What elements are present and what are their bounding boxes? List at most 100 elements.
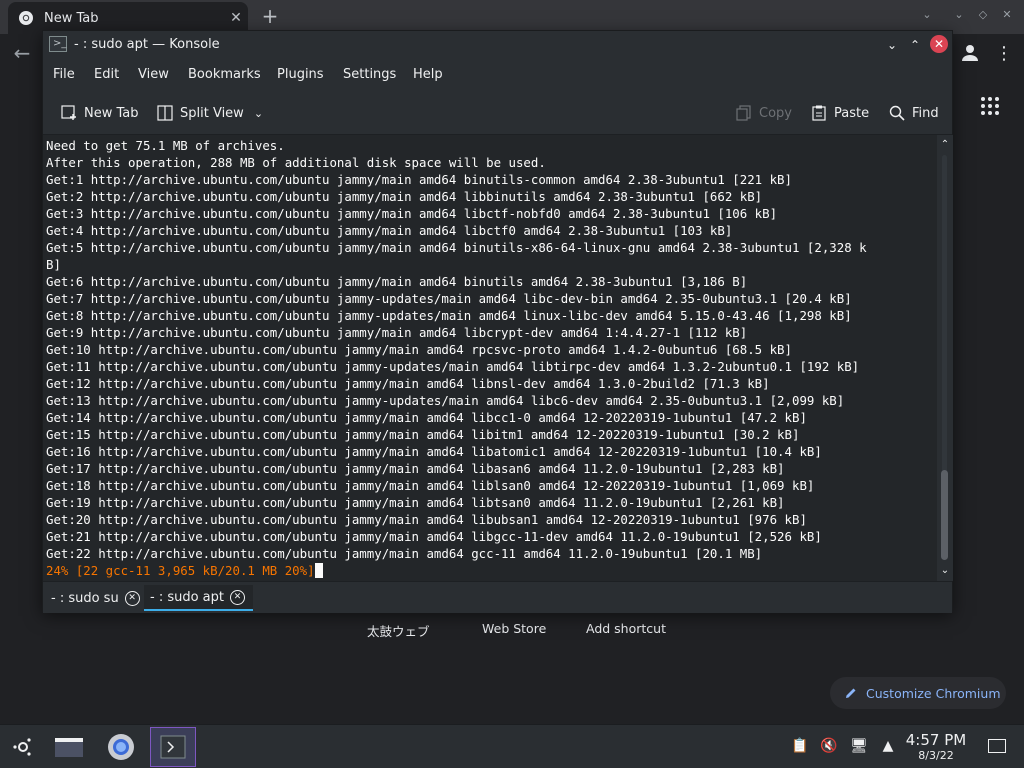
minimize-icon[interactable]: ⌄ <box>948 8 970 21</box>
menu-help[interactable]: Help <box>413 67 443 82</box>
find-label: Find <box>912 105 939 121</box>
copy-icon <box>736 105 751 121</box>
paste-label: Paste <box>834 105 870 121</box>
menu-file[interactable]: File <box>53 67 75 82</box>
folder-icon <box>55 738 83 757</box>
taskbar-konsole[interactable] <box>150 727 196 767</box>
terminal-line: Get:7 http://archive.ubuntu.com/ubuntu j… <box>46 291 852 306</box>
customize-chromium-button[interactable]: Customize Chromium <box>830 677 1006 709</box>
volume-muted-icon[interactable]: 🔇 <box>820 737 838 755</box>
chromium-icon <box>108 734 134 760</box>
taskbar-file-manager[interactable] <box>46 727 92 767</box>
new-tab-icon <box>61 105 76 120</box>
maximize-icon[interactable]: ⌃ <box>905 35 925 55</box>
application-launcher[interactable] <box>0 727 46 767</box>
menu-view[interactable]: View <box>138 67 169 82</box>
split-view-label: Split View <box>180 105 244 121</box>
back-icon[interactable]: ← <box>10 41 34 65</box>
clock[interactable]: 4:57 PM 8/3/22 <box>900 731 972 763</box>
browser-tab-title: New Tab <box>44 10 99 26</box>
shortcut-add[interactable]: Add shortcut <box>586 621 666 636</box>
more-menu-icon[interactable]: ⋮ <box>994 42 1014 66</box>
terminal-line: Get:12 http://archive.ubuntu.com/ubuntu … <box>46 376 770 391</box>
terminal-line: Get:11 http://archive.ubuntu.com/ubuntu … <box>46 359 860 374</box>
konsole-window: >_ - : sudo apt — Konsole ⌄ ⌃ ✕ File Edi… <box>42 30 953 613</box>
terminal-line: Get:16 http://archive.ubuntu.com/ubuntu … <box>46 444 822 459</box>
konsole-tabbar: - : sudo su ✕ - : sudo apt ✕ <box>43 581 952 613</box>
split-view-icon <box>157 105 173 121</box>
terminal-line: Get:20 http://archive.ubuntu.com/ubuntu … <box>46 512 807 527</box>
terminal-line: B] <box>46 257 61 272</box>
customize-label: Customize Chromium <box>866 685 1001 701</box>
copy-label: Copy <box>759 105 792 121</box>
paste-icon <box>812 105 826 121</box>
menu-bookmarks[interactable]: Bookmarks <box>188 67 261 82</box>
new-tab-button[interactable]: + <box>258 4 282 28</box>
browser-tabstrip: New Tab ✕ + ⌄ ⌄ ◇ ✕ <box>0 0 1024 34</box>
maximize-icon[interactable]: ◇ <box>972 8 994 21</box>
new-tab-label: New Tab <box>84 105 139 121</box>
shortcut-web-store[interactable]: Web Store <box>482 621 546 636</box>
close-window-icon[interactable]: ✕ <box>996 8 1018 21</box>
menu-edit[interactable]: Edit <box>94 67 119 82</box>
find-button[interactable]: Find <box>888 104 939 122</box>
terminal-line: Get:19 http://archive.ubuntu.com/ubuntu … <box>46 495 785 510</box>
scroll-down-icon[interactable]: ⌄ <box>939 565 951 577</box>
konsole-toolbar: New Tab Split View ⌄ Copy Paste Find <box>43 91 952 135</box>
terminal-line: Get:1 http://archive.ubuntu.com/ubuntu j… <box>46 172 792 187</box>
terminal-line: Get:21 http://archive.ubuntu.com/ubuntu … <box>46 529 822 544</box>
close-icon[interactable]: ✕ <box>930 35 948 53</box>
split-view-button[interactable]: Split View ⌄ <box>156 104 263 122</box>
minimize-icon[interactable]: ⌄ <box>882 35 902 55</box>
terminal-line: After this operation, 288 MB of addition… <box>46 155 546 170</box>
paste-button[interactable]: Paste <box>810 104 869 122</box>
shortcut-taiko[interactable]: 太鼓ウェブ <box>367 621 430 640</box>
close-tab-icon[interactable]: ✕ <box>124 590 140 606</box>
progress-line: 24% [22 gcc-11 3,965 kB/20.1 MB 20%] <box>46 563 315 578</box>
terminal-output[interactable]: Need to get 75.1 MB of archives. After t… <box>43 135 937 581</box>
terminal-line: Get:6 http://archive.ubuntu.com/ubuntu j… <box>46 274 748 289</box>
taskbar: 📋 🔇 🖥 ▲ 4:57 PM 8/3/22 <box>0 724 1024 768</box>
close-tab-icon[interactable]: ✕ <box>230 589 246 605</box>
menubar: File Edit View Bookmarks Plugins Setting… <box>43 59 952 91</box>
terminal-line: Get:3 http://archive.ubuntu.com/ubuntu j… <box>46 206 778 221</box>
tray-expand-icon[interactable]: ▲ <box>879 737 897 755</box>
steamdeck-launcher-icon <box>13 738 31 756</box>
terminal-line: Get:5 http://archive.ubuntu.com/ubuntu j… <box>46 240 867 255</box>
menu-settings[interactable]: Settings <box>343 67 396 82</box>
terminal-line: Get:4 http://archive.ubuntu.com/ubuntu j… <box>46 223 733 238</box>
terminal-line: Get:10 http://archive.ubuntu.com/ubuntu … <box>46 342 792 357</box>
terminal-line: Get:13 http://archive.ubuntu.com/ubuntu … <box>46 393 845 408</box>
tab-sudo-su[interactable]: - : sudo su ✕ <box>45 585 140 611</box>
apps-grid-icon[interactable] <box>981 97 999 115</box>
scroll-up-icon[interactable]: ⌃ <box>939 139 951 151</box>
terminal-line: Get:9 http://archive.ubuntu.com/ubuntu j… <box>46 325 748 340</box>
tab-sudo-apt[interactable]: - : sudo apt ✕ <box>144 585 254 611</box>
show-desktop-icon[interactable] <box>988 739 1006 753</box>
terminal-line: Get:22 http://archive.ubuntu.com/ubuntu … <box>46 546 763 561</box>
new-tab-button[interactable]: New Tab <box>60 104 139 122</box>
copy-button[interactable]: Copy <box>735 104 792 122</box>
terminal-line: Get:8 http://archive.ubuntu.com/ubuntu j… <box>46 308 852 323</box>
terminal-line: Get:17 http://archive.ubuntu.com/ubuntu … <box>46 461 785 476</box>
pencil-icon <box>846 688 856 698</box>
terminal-line: Get:18 http://archive.ubuntu.com/ubuntu … <box>46 478 815 493</box>
tab-label: - : sudo apt <box>150 589 225 605</box>
konsole-titlebar[interactable]: >_ - : sudo apt — Konsole ⌄ ⌃ ✕ <box>43 31 952 59</box>
terminal-icon <box>160 735 186 759</box>
tab-search-icon[interactable]: ⌄ <box>916 8 938 21</box>
menu-plugins[interactable]: Plugins <box>277 67 324 82</box>
tab-label: - : sudo su <box>51 590 119 606</box>
terminal-scrollbar[interactable]: ⌃ ⌄ <box>937 135 953 581</box>
scroll-thumb[interactable] <box>941 470 948 560</box>
network-icon[interactable]: 🖥 <box>850 737 868 755</box>
terminal-icon: >_ <box>49 36 67 52</box>
clock-time: 4:57 PM <box>905 731 967 749</box>
taskbar-chromium[interactable] <box>98 727 144 767</box>
profile-icon[interactable] <box>958 41 982 65</box>
search-icon <box>889 105 905 121</box>
chromium-icon <box>19 11 33 25</box>
close-tab-icon[interactable]: ✕ <box>224 10 248 26</box>
clipboard-icon[interactable]: 📋 <box>791 737 809 755</box>
terminal-line: Get:2 http://archive.ubuntu.com/ubuntu j… <box>46 189 763 204</box>
